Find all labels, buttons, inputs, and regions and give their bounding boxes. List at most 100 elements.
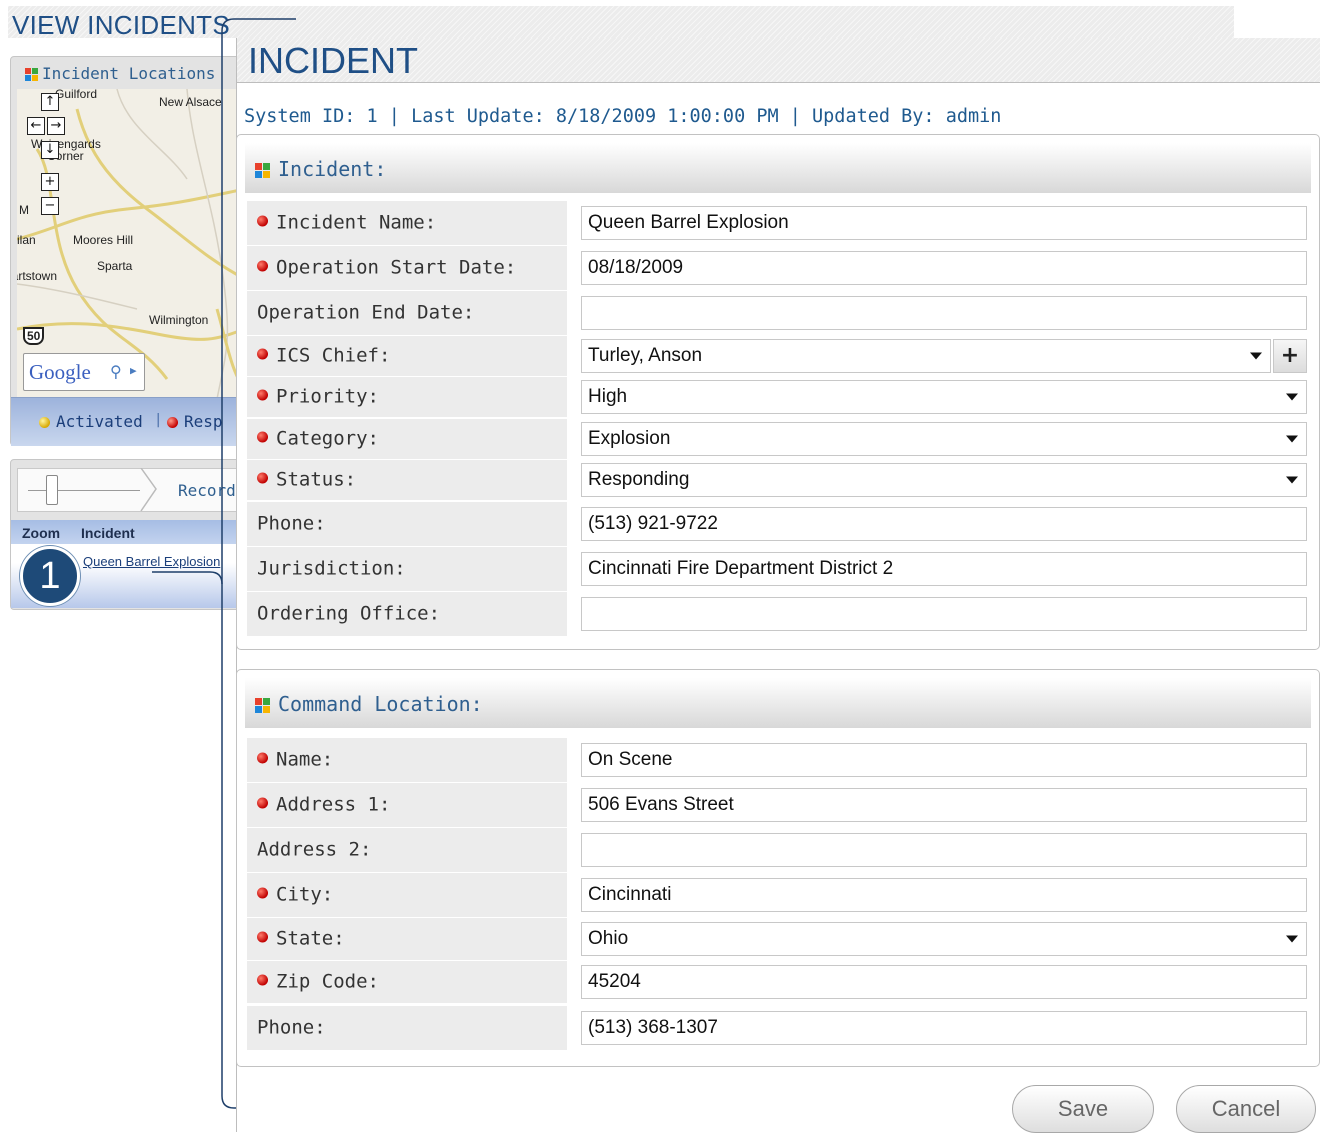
phone-label-text: Phone: [257, 1016, 326, 1039]
incident-section-title-text: Incident: [278, 157, 387, 181]
dropdown-arrow-icon [1286, 935, 1298, 943]
operation-start-date-input[interactable]: 08/18/2009 [581, 251, 1307, 285]
incident-name-label: Incident Name: [257, 211, 437, 234]
address-2-label: Address 2: [257, 838, 372, 861]
ics-chief-label: ICS Chief: [257, 344, 391, 367]
required-dot-icon [257, 931, 268, 943]
form-row-operation-start-date: Operation Start Date: 08/18/2009 [247, 246, 1309, 290]
state-label-cell: State: [247, 918, 567, 960]
incident-name-label-text: Incident Name: [276, 211, 437, 234]
operation-end-date-label-cell: Operation End Date: [247, 291, 567, 335]
name-label-text: Name: [276, 748, 334, 771]
cancel-button[interactable]: Cancel [1176, 1085, 1316, 1133]
add-ics-chief-button[interactable]: + [1273, 339, 1307, 373]
operation-start-date-value: 08/18/2009 [588, 257, 684, 278]
required-dot-icon [257, 752, 268, 764]
city-value: Cincinnati [588, 884, 672, 905]
required-dot-icon [257, 887, 268, 899]
operation-end-date-input[interactable] [581, 296, 1307, 330]
form-row-priority: Priority: High [247, 377, 1309, 417]
dropdown-arrow-icon [1250, 352, 1262, 360]
ordering-office-input[interactable] [581, 597, 1307, 631]
jurisdiction-label: Jurisdiction: [257, 559, 406, 579]
form-row-phone: Phone: (513) 921-9722 [247, 502, 1309, 546]
required-dot-icon [257, 472, 268, 484]
address-2-label-cell: Address 2: [247, 828, 567, 872]
jurisdiction-label-cell: Jurisdiction: [247, 547, 567, 591]
form-row-state: State: Ohio [247, 918, 1309, 960]
priority-label-text: Priority: [276, 385, 379, 408]
ics-chief-value: Turley, Anson [588, 345, 703, 366]
address-2-input[interactable] [581, 833, 1307, 867]
phone-input[interactable]: (513) 368-1307 [581, 1011, 1307, 1045]
category-select[interactable]: Explosion [581, 422, 1307, 456]
phone-label: Phone: [257, 1016, 326, 1039]
required-dot-icon [257, 389, 268, 401]
record-meta-info: System ID: 1 | Last Update: 8/18/2009 1:… [244, 106, 1002, 127]
zip-code-value: 45204 [588, 971, 641, 992]
address-2-label-text: Address 2: [257, 838, 372, 861]
command-location-title-text: Command Location: [278, 692, 483, 716]
command-location-title: Command Location: [255, 692, 483, 716]
incident-section: Incident: Incident Name: Queen Barrel Exp… [236, 134, 1320, 650]
form-row-city: City: Cincinnati [247, 873, 1309, 917]
zip-code-label-text: Zip Code: [276, 970, 379, 993]
required-dot-icon [257, 215, 268, 227]
incident-name-input[interactable]: Queen Barrel Explosion [581, 206, 1307, 240]
category-label-cell: Category: [247, 419, 567, 459]
state-label: State: [257, 929, 345, 949]
address-1-label-cell: Address 1: [247, 783, 567, 827]
ics-chief-label-cell: ICS Chief: [247, 336, 567, 376]
incident-name-label-cell: Incident Name: [247, 201, 567, 245]
form-row-category: Category: Explosion [247, 419, 1309, 459]
operation-start-date-label: Operation Start Date: [257, 256, 517, 279]
callout-number-badge: 1 [20, 546, 80, 606]
name-label-cell: Name: [247, 738, 567, 782]
ordering-office-label-text: Ordering Office: [257, 602, 441, 625]
jurisdiction-input[interactable]: Cincinnati Fire Department District 2 [581, 552, 1307, 586]
status-label-cell: Status: [247, 460, 567, 500]
ics-chief-label-text: ICS Chief: [276, 344, 391, 367]
priority-label-cell: Priority: [247, 377, 567, 417]
address-1-input[interactable]: 506 Evans Street [581, 788, 1307, 822]
form-row-ordering-office: Ordering Office: [247, 592, 1309, 636]
form-row-operation-end-date: Operation End Date: [247, 291, 1309, 335]
operation-start-date-label-text: Operation Start Date: [276, 256, 517, 279]
form-row-status: Status: Responding [247, 460, 1309, 500]
required-dot-icon [257, 797, 268, 809]
dropdown-arrow-icon [1286, 476, 1298, 484]
form-row-jurisdiction: Jurisdiction: Cincinnati Fire Department … [247, 547, 1309, 591]
command-location-header: Command Location: [245, 678, 1311, 728]
required-dot-icon [257, 348, 268, 360]
category-label: Category: [257, 429, 379, 449]
required-dot-icon [257, 974, 268, 986]
phone-value: (513) 921-9722 [588, 513, 718, 534]
state-select[interactable]: Ohio [581, 922, 1307, 956]
operation-end-date-label: Operation End Date: [257, 303, 474, 323]
city-label: City: [257, 885, 333, 905]
address-1-value: 506 Evans Street [588, 794, 734, 815]
zip-code-label: Zip Code: [257, 970, 379, 993]
state-value: Ohio [588, 928, 629, 949]
priority-select[interactable]: High [581, 380, 1307, 414]
phone-input[interactable]: (513) 921-9722 [581, 507, 1307, 541]
ics-chief-select[interactable]: Turley, Anson [581, 339, 1271, 373]
phone-label-cell: Phone: [247, 502, 567, 546]
form-row-zip-code: Zip Code: 45204 [247, 961, 1309, 1003]
phone-value: (513) 368-1307 [588, 1017, 718, 1038]
city-input[interactable]: Cincinnati [581, 878, 1307, 912]
save-button[interactable]: Save [1012, 1085, 1154, 1133]
name-input[interactable]: On Scene [581, 743, 1307, 777]
ordering-office-label: Ordering Office: [257, 602, 441, 625]
incident-name-value: Queen Barrel Explosion [588, 212, 789, 233]
name-value: On Scene [588, 749, 673, 770]
windows-logo-icon [255, 163, 270, 178]
form-row-name: Name: On Scene [247, 738, 1309, 782]
name-label: Name: [257, 748, 334, 771]
status-select[interactable]: Responding [581, 463, 1307, 497]
form-row-ics-chief: ICS Chief: Turley, Anson + [247, 336, 1309, 376]
priority-label: Priority: [257, 385, 379, 408]
zip-code-input[interactable]: 45204 [581, 965, 1307, 999]
form-row-phone: Phone: (513) 368-1307 [247, 1006, 1309, 1050]
command-location-section: Command Location: Name: On Scene Address 1… [236, 669, 1320, 1067]
